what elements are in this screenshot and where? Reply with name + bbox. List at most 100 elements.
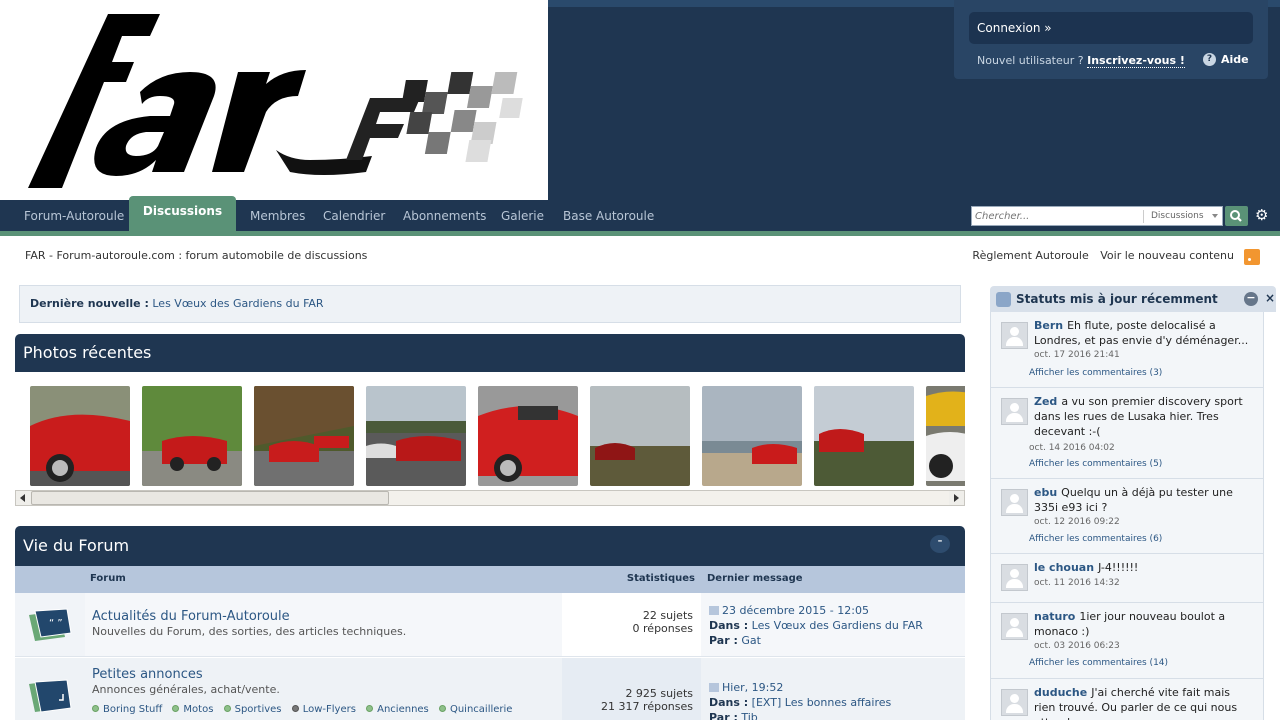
- forum-row: “ ” Actualités du Forum-Autoroule Nouvel…: [15, 593, 965, 657]
- in-label: Dans :: [709, 696, 749, 709]
- status-user[interactable]: ebu: [1034, 486, 1057, 499]
- news-link[interactable]: Les Vœux des Gardiens du FAR: [152, 297, 323, 310]
- forum-stats: 2 925 sujets 21 317 réponses: [562, 658, 701, 720]
- in-label: Dans :: [709, 619, 749, 632]
- site-logo[interactable]: [0, 0, 548, 200]
- status-item: ebu Quelqu un à déjà pu tester une 335i e…: [991, 479, 1263, 554]
- forum-stats: 22 sujets 0 réponses: [562, 593, 701, 656]
- photo-thumbnail[interactable]: [926, 386, 965, 486]
- search-input[interactable]: [975, 209, 1140, 224]
- sidebar-title: Statuts mis à jour récemment: [1016, 292, 1218, 306]
- nav-base-autoroule[interactable]: Base Autoroule: [563, 209, 654, 223]
- subforum-link[interactable]: Sportives: [223, 704, 282, 715]
- in-topic-link[interactable]: Les Vœux des Gardiens du FAR: [752, 619, 923, 632]
- nav-accent-bar: [0, 231, 1280, 236]
- forum-title-link[interactable]: Petites annonces: [92, 667, 555, 682]
- subforum-dot-icon: [223, 705, 231, 712]
- last-post-date[interactable]: 23 décembre 2015 - 12:05: [722, 604, 869, 617]
- status-item: duduche J'ai cherché vite fait mais rien …: [991, 679, 1263, 720]
- close-icon[interactable]: ×: [1265, 291, 1275, 305]
- photos-strip: [15, 372, 965, 506]
- status-user[interactable]: Bern: [1034, 319, 1063, 332]
- subforum-dot-icon: [291, 705, 299, 712]
- in-topic-link[interactable]: [EXT] Les bonnes affaires: [752, 696, 892, 709]
- photo-thumbnail[interactable]: [478, 386, 578, 486]
- nav-membres[interactable]: Membres: [250, 209, 305, 223]
- status-text: ebu Quelqu un à déjà pu tester une 335i e…: [1034, 486, 1233, 514]
- status-text: duduche J'ai cherché vite fait mais rien …: [1034, 686, 1238, 720]
- replies-count: 0 réponses: [632, 622, 693, 635]
- forum-title-link[interactable]: Actualités du Forum-Autoroule: [92, 609, 555, 624]
- topics-count: 22 sujets: [642, 609, 693, 622]
- jump-to-post-icon[interactable]: [709, 606, 719, 615]
- breadcrumb[interactable]: FAR - Forum-autoroule.com : forum automo…: [25, 249, 367, 262]
- show-comments-link[interactable]: Afficher les commentaires (3): [1029, 368, 1162, 378]
- status-user[interactable]: le chouan: [1034, 561, 1094, 574]
- forum-collapse-button[interactable]: -: [930, 534, 950, 553]
- last-post-date[interactable]: Hier, 19:52: [722, 681, 783, 694]
- search-icon: [1230, 210, 1242, 222]
- jump-to-post-icon[interactable]: [709, 683, 719, 692]
- status-text: Zed a vu son premier discovery sport dans…: [1034, 395, 1243, 438]
- rss-icon[interactable]: [1244, 249, 1260, 265]
- status-user[interactable]: duduche: [1034, 686, 1087, 699]
- forum-description: Nouvelles du Forum, des sorties, des art…: [92, 625, 407, 638]
- scroll-right-button[interactable]: [949, 491, 964, 505]
- photos-collapse-button[interactable]: [930, 343, 950, 361]
- login-button[interactable]: Connexion »: [969, 12, 1253, 44]
- forum-icon-cell: “ ”: [15, 593, 85, 656]
- forum-block-title: Vie du Forum -: [15, 526, 965, 566]
- nav-forum-autoroule[interactable]: Forum-Autoroule: [24, 209, 124, 223]
- subforum-link[interactable]: Low-Flyers: [291, 704, 356, 715]
- subforum-link[interactable]: Anciennes: [366, 704, 429, 715]
- nav-galerie[interactable]: Galerie: [501, 209, 544, 223]
- status-user[interactable]: naturo: [1034, 610, 1075, 623]
- status-item: Bern Eh flute, poste delocalisé a Londres…: [991, 312, 1263, 388]
- nav-discussions[interactable]: Discussions: [129, 196, 236, 231]
- author-link[interactable]: Gat: [741, 634, 761, 647]
- help-link[interactable]: ? Aide: [1203, 53, 1249, 66]
- subforum-link[interactable]: Motos: [172, 704, 213, 715]
- photo-thumbnail[interactable]: [814, 386, 914, 486]
- subforum-dot-icon: [438, 705, 446, 712]
- minimize-button[interactable]: −: [1244, 292, 1258, 306]
- scroll-thumb[interactable]: [31, 491, 389, 505]
- show-comments-link[interactable]: Afficher les commentaires (6): [1029, 534, 1162, 544]
- nav-calendrier[interactable]: Calendrier: [323, 209, 385, 223]
- avatar[interactable]: [1001, 489, 1028, 516]
- avatar[interactable]: [1001, 613, 1028, 640]
- gear-icon[interactable]: ⚙: [1255, 207, 1268, 224]
- photo-thumbnail[interactable]: [702, 386, 802, 486]
- search-button[interactable]: [1225, 206, 1248, 226]
- avatar[interactable]: [1001, 689, 1028, 716]
- show-comments-link[interactable]: Afficher les commentaires (5): [1029, 459, 1162, 469]
- scroll-left-button[interactable]: [16, 491, 31, 505]
- subforum-link[interactable]: Quincaillerie: [438, 704, 512, 715]
- avatar[interactable]: [1001, 564, 1028, 591]
- status-text: naturo 1ier jour nouveau boulot a monaco …: [1034, 610, 1226, 638]
- avatar[interactable]: [1001, 398, 1028, 425]
- status-user[interactable]: Zed: [1034, 395, 1057, 408]
- new-content-link[interactable]: Voir le nouveau contenu: [1100, 249, 1234, 262]
- photo-thumbnail[interactable]: [366, 386, 466, 486]
- status-item: le chouan J-4!!!!!! oct. 11 2016 14:32: [991, 554, 1263, 603]
- photos-scrollbar[interactable]: [15, 490, 965, 506]
- replies-count: 21 317 réponses: [601, 700, 693, 713]
- nav-abonnements[interactable]: Abonnements: [403, 209, 486, 223]
- col-last: Dernier message: [707, 573, 803, 584]
- photo-thumbnail[interactable]: [142, 386, 242, 486]
- photos-block-title: Photos récentes: [15, 334, 965, 372]
- subforum-link[interactable]: Boring Stuff: [92, 704, 162, 715]
- subforum-list: Boring Stuff Motos Sportives Low-Flyers …: [92, 704, 555, 715]
- register-link[interactable]: Inscrivez-vous !: [1087, 54, 1185, 68]
- avatar[interactable]: [1001, 322, 1028, 349]
- photo-thumbnail[interactable]: [254, 386, 354, 486]
- author-link[interactable]: Tib: [741, 711, 757, 720]
- photo-thumbnail[interactable]: [30, 386, 130, 486]
- forum-table-header: Forum Statistiques Dernier message: [15, 566, 965, 593]
- sidebar-header: Statuts mis à jour récemment − ×: [990, 286, 1276, 312]
- search-scope-select[interactable]: Discussions: [1151, 211, 1204, 221]
- show-comments-link[interactable]: Afficher les commentaires (14): [1029, 658, 1168, 668]
- reglement-link[interactable]: Règlement Autoroule: [972, 249, 1088, 262]
- photo-thumbnail[interactable]: [590, 386, 690, 486]
